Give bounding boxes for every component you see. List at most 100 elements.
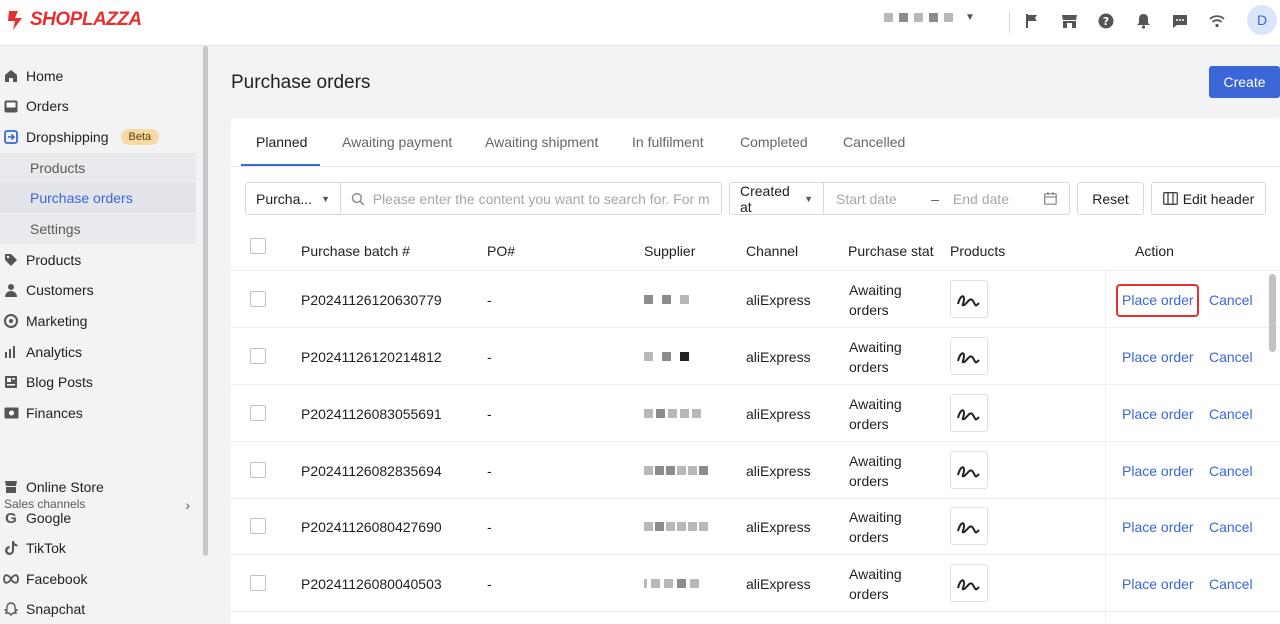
- create-button[interactable]: Create: [1209, 66, 1280, 98]
- cancel-link[interactable]: Cancel: [1209, 576, 1253, 592]
- tab-planned[interactable]: Planned: [256, 134, 307, 150]
- product-thumbnail[interactable]: [950, 451, 988, 489]
- search-icon: [351, 192, 365, 205]
- avatar[interactable]: D: [1247, 5, 1277, 35]
- sidebar-item-home[interactable]: Home: [0, 61, 196, 91]
- shoplazza-logo-icon: [8, 11, 22, 30]
- row-checkbox[interactable]: [250, 518, 266, 534]
- brand-name: SHOPLAZZA: [30, 9, 142, 30]
- sidebar-channel-facebook[interactable]: Facebook: [0, 564, 196, 594]
- product-image-icon: [957, 295, 980, 307]
- product-thumbnail[interactable]: [950, 564, 988, 602]
- product-image-icon: [957, 466, 980, 478]
- svg-text:?: ?: [1103, 15, 1109, 28]
- cancel-link[interactable]: Cancel: [1209, 463, 1253, 479]
- redacted-store-name: [884, 13, 893, 22]
- row-checkbox[interactable]: [250, 405, 266, 421]
- purchase-status: Awaiting orders: [849, 509, 902, 545]
- reset-button[interactable]: Reset: [1077, 182, 1144, 215]
- col-action: Action: [1135, 243, 1174, 259]
- col-purchase-batch: Purchase batch #: [301, 243, 410, 259]
- snapchat-icon: [3, 601, 19, 617]
- date-range-picker[interactable]: Start date – End date: [823, 182, 1070, 215]
- cancel-link[interactable]: Cancel: [1209, 349, 1253, 365]
- sidebar-item-blog-posts[interactable]: Blog Posts: [0, 367, 196, 397]
- sidebar-item-analytics[interactable]: Analytics: [0, 337, 196, 367]
- table-row: P20241126120630779 - aliExpress Awaiting…: [231, 271, 1280, 328]
- dropshipping-icon: [3, 129, 19, 145]
- redacted-supplier: [644, 466, 708, 475]
- flag-icon[interactable]: [1021, 10, 1043, 32]
- date-field-value: Created at: [740, 182, 790, 215]
- table-row: P20241126080427690 - aliExpress Awaiting…: [231, 498, 1280, 555]
- sidebar: Home Orders Dropshipping Beta Products P…: [0, 46, 204, 624]
- search-input[interactable]: Please enter the content you want to sea…: [340, 182, 722, 215]
- tab-cancelled[interactable]: Cancelled: [843, 134, 905, 150]
- store-switcher[interactable]: ▼: [884, 12, 975, 23]
- start-date-input[interactable]: Start date: [836, 191, 931, 207]
- bell-icon[interactable]: [1132, 10, 1154, 32]
- store-icon[interactable]: [1058, 10, 1080, 32]
- product-image-icon: [957, 409, 980, 421]
- end-date-input[interactable]: End date: [953, 191, 1044, 207]
- edit-header-button[interactable]: Edit header: [1151, 182, 1266, 215]
- place-order-link[interactable]: Place order: [1122, 292, 1194, 308]
- place-order-link[interactable]: Place order: [1122, 576, 1194, 592]
- search-field-select[interactable]: Purcha... ▼: [245, 182, 341, 215]
- product-thumbnail[interactable]: [950, 280, 988, 318]
- chat-icon[interactable]: [1169, 10, 1191, 32]
- help-icon[interactable]: ?: [1095, 10, 1117, 32]
- sidebar-item-orders[interactable]: Orders: [0, 91, 196, 121]
- place-order-link[interactable]: Place order: [1122, 406, 1194, 422]
- sidebar-item-label: Marketing: [26, 313, 88, 329]
- cancel-link[interactable]: Cancel: [1209, 519, 1253, 535]
- sidebar-item-label: Orders: [26, 98, 69, 114]
- sidebar-item-products[interactable]: Products: [0, 245, 196, 275]
- analytics-icon: [3, 344, 19, 360]
- sidebar-item-label: Home: [26, 68, 64, 84]
- tab-completed[interactable]: Completed: [740, 134, 808, 150]
- select-all-checkbox[interactable]: [250, 238, 266, 254]
- sidebar-item-customers[interactable]: Customers: [0, 275, 196, 305]
- row-checkbox[interactable]: [250, 575, 266, 591]
- row-checkbox[interactable]: [250, 462, 266, 478]
- batch-number: P20241126082835694: [301, 463, 442, 479]
- place-order-link[interactable]: Place order: [1122, 519, 1194, 535]
- place-order-link[interactable]: Place order: [1122, 463, 1194, 479]
- sidebar-channel-snapchat[interactable]: Snapchat: [0, 594, 196, 624]
- tab-in-fulfilment[interactable]: In fulfilment: [632, 134, 704, 150]
- chevron-down-icon: ▼: [965, 12, 975, 23]
- sidebar-subitem-settings[interactable]: Settings: [0, 214, 196, 244]
- channel-value: aliExpress: [746, 349, 811, 365]
- product-thumbnail[interactable]: [950, 507, 988, 545]
- product-thumbnail[interactable]: [950, 394, 988, 432]
- date-field-select[interactable]: Created at ▼: [729, 182, 824, 215]
- po-number: -: [487, 463, 492, 479]
- sidebar-channel-google[interactable]: G Google: [0, 503, 196, 533]
- sidebar-subitem-purchase-orders[interactable]: Purchase orders: [0, 183, 196, 213]
- place-order-link[interactable]: Place order: [1122, 349, 1194, 365]
- row-checkbox[interactable]: [250, 291, 266, 307]
- sidebar-item-dropshipping[interactable]: Dropshipping Beta: [0, 122, 196, 152]
- cancel-link[interactable]: Cancel: [1209, 292, 1253, 308]
- row-checkbox[interactable]: [250, 348, 266, 364]
- batch-number: P20241126083055691: [301, 406, 442, 422]
- product-thumbnail[interactable]: [950, 337, 988, 375]
- sidebar-subitem-products[interactable]: Products: [0, 153, 196, 183]
- cancel-link[interactable]: Cancel: [1209, 406, 1253, 422]
- brand-logo[interactable]: SHOPLAZZA: [6, 9, 142, 31]
- purchase-status: Awaiting orders: [849, 396, 902, 432]
- sidebar-item-marketing[interactable]: Marketing: [0, 306, 196, 336]
- purchase-orders-card: Planned Awaiting payment Awaiting shipme…: [231, 118, 1280, 624]
- sidebar-item-finances[interactable]: Finances: [0, 398, 196, 428]
- sidebar-channel-tiktok[interactable]: TikTok: [0, 533, 196, 563]
- redacted-store-name: [914, 13, 923, 22]
- wifi-icon[interactable]: [1206, 10, 1228, 32]
- tab-awaiting-shipment[interactable]: Awaiting shipment: [485, 134, 598, 150]
- tab-awaiting-payment[interactable]: Awaiting payment: [342, 134, 452, 150]
- table-scrollbar[interactable]: [1269, 274, 1276, 352]
- sidebar-item-label: Blog Posts: [26, 374, 93, 390]
- sidebar-scrollbar[interactable]: [203, 46, 208, 556]
- sidebar-channel-online-store[interactable]: Online Store: [0, 472, 196, 502]
- po-number: -: [487, 576, 492, 592]
